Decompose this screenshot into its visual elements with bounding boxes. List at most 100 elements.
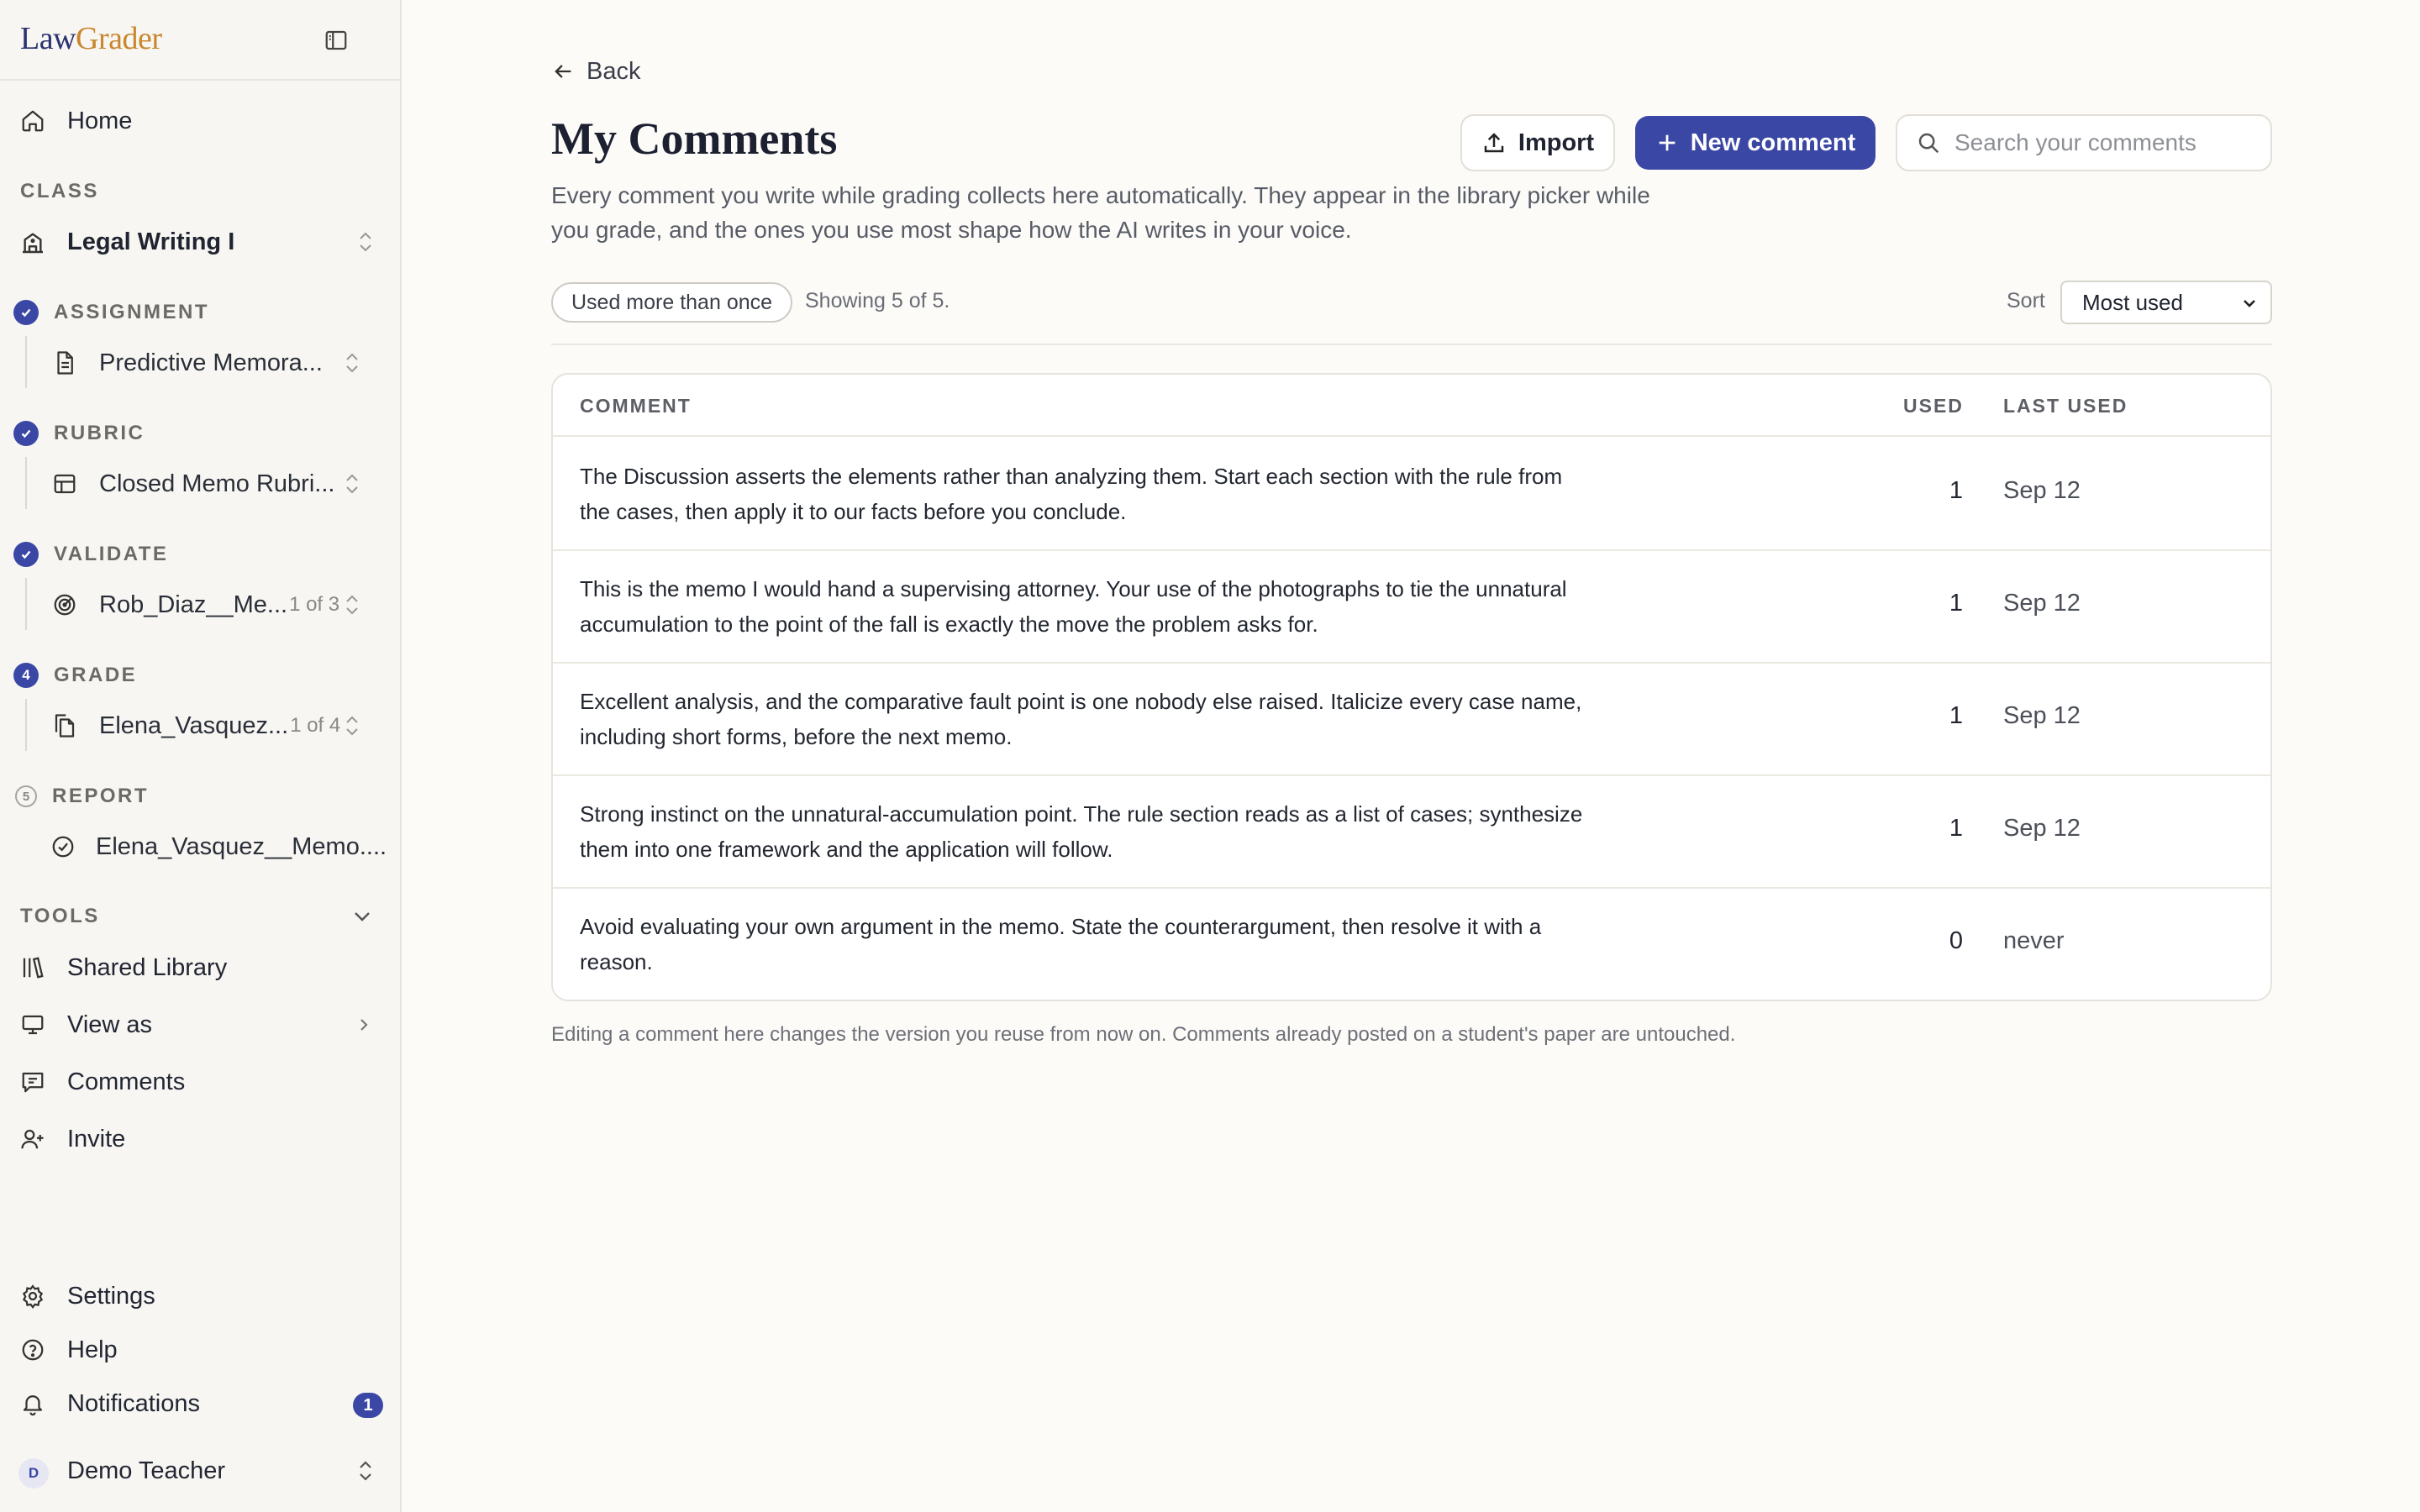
user-plus-icon bbox=[18, 1125, 47, 1153]
nav-help[interactable]: Help bbox=[0, 1326, 400, 1373]
step-connector bbox=[25, 457, 27, 509]
step-connector bbox=[25, 699, 27, 751]
divider bbox=[551, 344, 2272, 345]
step-report-label: Elena_Vasquez__Memo.... bbox=[96, 832, 387, 860]
used-count: 1 bbox=[1949, 815, 1963, 842]
table-icon bbox=[50, 470, 79, 498]
search-input[interactable] bbox=[1954, 129, 2257, 156]
school-icon bbox=[18, 228, 47, 256]
step-validate-count: 1 of 3 bbox=[289, 593, 340, 616]
user-menu[interactable]: Demo Teacher bbox=[0, 1447, 400, 1494]
sidebar-toggle-icon[interactable] bbox=[318, 24, 355, 57]
class-selector[interactable]: Legal Writing I bbox=[0, 218, 400, 265]
table-row[interactable]: The Discussion asserts the elements rath… bbox=[553, 438, 2270, 551]
back-link[interactable]: Back bbox=[551, 54, 640, 89]
updown-chevron-icon bbox=[346, 716, 358, 736]
monitor-icon bbox=[18, 1011, 47, 1039]
filter-chip-used-more-than-once[interactable]: Used more than once bbox=[551, 282, 793, 323]
gear-icon bbox=[18, 1282, 47, 1310]
nav-shared-library-label: Shared Library bbox=[67, 953, 228, 981]
nav-invite-label: Invite bbox=[67, 1125, 126, 1152]
nav-help-label: Help bbox=[67, 1336, 118, 1363]
last-used: Sep 12 bbox=[2003, 477, 2081, 504]
table-row[interactable]: This is the memo I would hand a supervis… bbox=[553, 551, 2270, 664]
updown-chevron-icon bbox=[346, 353, 358, 373]
page-description: Every comment you write while grading co… bbox=[551, 182, 1650, 243]
nav-view-as[interactable]: View as bbox=[0, 1001, 400, 1048]
class-label: Legal Writing I bbox=[67, 228, 235, 255]
badge-check-icon bbox=[50, 832, 76, 861]
nav-comments[interactable]: Comments bbox=[0, 1058, 400, 1105]
check-circle-icon bbox=[13, 421, 39, 446]
updown-chevron-icon bbox=[346, 595, 358, 615]
page-title: My Comments bbox=[551, 113, 838, 164]
step-grade-count: 1 of 4 bbox=[290, 714, 341, 737]
sort-select[interactable]: Most used bbox=[2060, 281, 2272, 324]
import-button[interactable]: Import bbox=[1460, 114, 1615, 171]
step-connector bbox=[25, 336, 27, 388]
step-assignment-title: ASSIGNMENT bbox=[54, 301, 210, 323]
bell-icon bbox=[18, 1389, 47, 1418]
import-label: Import bbox=[1518, 129, 1595, 156]
chevron-down-icon bbox=[2244, 300, 2255, 307]
step-rubric-header: RUBRIC bbox=[13, 419, 145, 448]
comment-text: Avoid evaluating your own argument in th… bbox=[580, 914, 1542, 974]
step-report-badge: 5 bbox=[15, 785, 37, 807]
step-grade-title: GRADE bbox=[54, 664, 138, 686]
step-grade-label: Elena_Vasquez... bbox=[99, 711, 289, 739]
column-comment[interactable]: COMMENT bbox=[580, 395, 692, 417]
updown-chevron-icon bbox=[346, 474, 358, 494]
brand-grader: Grader bbox=[76, 21, 162, 56]
updown-chevron-icon bbox=[360, 232, 371, 252]
back-label: Back bbox=[587, 57, 641, 85]
table-header: COMMENT USED LAST USED bbox=[553, 375, 2270, 437]
nav-invite[interactable]: Invite bbox=[0, 1116, 400, 1163]
result-count: Showing 5 of 5. bbox=[805, 289, 950, 312]
sort-label: Sort bbox=[2007, 289, 2045, 312]
comments-table: COMMENT USED LAST USED The Discussion as… bbox=[551, 373, 2272, 1001]
table-row[interactable]: Avoid evaluating your own argument in th… bbox=[553, 889, 2270, 1000]
step-report-item[interactable]: Elena_Vasquez__Memo.... bbox=[50, 825, 387, 869]
nav-home-label: Home bbox=[67, 107, 133, 134]
nav-notifications-label: Notifications bbox=[67, 1389, 200, 1417]
upload-icon bbox=[1484, 133, 1504, 153]
table-row[interactable]: Strong instinct on the unnatural-accumul… bbox=[553, 776, 2270, 889]
new-comment-button[interactable]: New comment bbox=[1635, 116, 1876, 170]
nav-notifications[interactable]: Notifications bbox=[0, 1380, 400, 1427]
section-tools: TOOLS bbox=[20, 905, 100, 927]
last-used: Sep 12 bbox=[2003, 702, 2081, 729]
section-class: CLASS bbox=[20, 180, 99, 202]
brand-logo[interactable]: Law Grader bbox=[20, 17, 162, 60]
used-count: 1 bbox=[1949, 702, 1963, 729]
check-circle-icon bbox=[13, 300, 39, 325]
search-box[interactable] bbox=[1896, 114, 2272, 171]
step-grade-item[interactable]: Elena_Vasquez... 1 of 4 bbox=[50, 704, 387, 748]
chevron-down-icon[interactable] bbox=[348, 904, 376, 929]
plus-icon bbox=[1659, 134, 1676, 151]
nav-settings[interactable]: Settings bbox=[0, 1273, 400, 1320]
files-icon bbox=[50, 711, 79, 740]
nav-shared-library[interactable]: Shared Library bbox=[0, 944, 400, 991]
step-report-header: 5 REPORT bbox=[13, 782, 149, 811]
column-used[interactable]: USED bbox=[1903, 395, 1964, 417]
column-last-used[interactable]: LAST USED bbox=[2003, 395, 2128, 417]
step-grade-header: 4 GRADE bbox=[13, 661, 137, 690]
comment-text: Strong instinct on the unnatural-accumul… bbox=[580, 801, 1583, 862]
step-rubric-label: Closed Memo Rubri... bbox=[99, 470, 335, 497]
step-report-title: REPORT bbox=[52, 785, 150, 807]
step-rubric-item[interactable]: Closed Memo Rubri... bbox=[50, 462, 387, 506]
step-assignment-item[interactable]: Predictive Memora... bbox=[50, 341, 387, 385]
used-count: 1 bbox=[1949, 477, 1963, 504]
nav-home[interactable]: Home bbox=[0, 97, 400, 144]
comment-text: Excellent analysis, and the comparative … bbox=[580, 689, 1582, 749]
updown-chevron-icon bbox=[360, 1461, 371, 1481]
table-row[interactable]: Excellent analysis, and the comparative … bbox=[553, 664, 2270, 776]
used-count: 1 bbox=[1949, 590, 1963, 617]
library-icon bbox=[18, 953, 47, 982]
step-validate-item[interactable]: Rob_Diaz__Me... 1 of 3 bbox=[50, 583, 387, 627]
search-icon bbox=[1918, 133, 1939, 154]
footnote: Editing a comment here changes the versi… bbox=[551, 1023, 1736, 1046]
user-name: Demo Teacher bbox=[67, 1457, 226, 1484]
last-used: Sep 12 bbox=[2003, 590, 2081, 617]
sidebar: Law Grader Home CLASS Legal Writing I ASS… bbox=[0, 0, 402, 1512]
